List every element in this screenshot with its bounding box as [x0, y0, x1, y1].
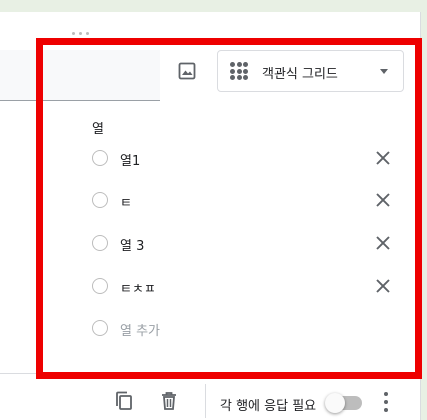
question-title-field[interactable] — [0, 50, 160, 101]
columns-section-label: 열 — [92, 122, 104, 137]
drag-handle-icon[interactable] — [72, 32, 92, 42]
page-background — [0, 0, 427, 12]
copy-icon[interactable] — [115, 391, 133, 411]
more-vert-icon[interactable] — [382, 392, 390, 412]
add-column-button[interactable]: 열 추가 — [120, 320, 160, 339]
question-type-select[interactable]: 객관식 그리드 — [217, 50, 404, 92]
add-image-button[interactable] — [176, 60, 198, 82]
radio-icon — [92, 150, 108, 166]
footer-divider — [0, 373, 404, 374]
radio-icon — [92, 192, 108, 208]
add-column-row: 열 추가 — [92, 317, 402, 341]
column-option-row: 열1 — [92, 147, 402, 171]
column-option-input[interactable]: 열 3 — [120, 235, 144, 254]
toggle-knob — [325, 393, 345, 413]
column-option-row: 열 3 — [92, 232, 402, 256]
trash-icon[interactable] — [160, 391, 178, 411]
question-card: 객관식 그리드 열 열1 ㅌ 열 3 ㅌㅊㅍ 열 추가 각 행에 응답 필요 — [0, 12, 421, 420]
radio-icon — [92, 235, 108, 251]
column-option-row: ㅌ — [92, 189, 402, 213]
grid-dots-icon — [230, 62, 248, 80]
radio-icon — [92, 278, 108, 294]
close-icon[interactable] — [375, 192, 391, 208]
column-option-input[interactable]: 열1 — [120, 150, 140, 169]
column-option-row: ㅌㅊㅍ — [92, 275, 402, 299]
close-icon[interactable] — [375, 235, 391, 251]
required-toggle[interactable] — [325, 393, 362, 413]
required-label: 각 행에 응답 필요 — [220, 399, 317, 414]
column-option-input[interactable]: ㅌㅊㅍ — [120, 278, 156, 297]
chevron-down-icon — [380, 69, 388, 74]
column-option-input[interactable]: ㅌ — [120, 192, 132, 211]
close-icon[interactable] — [375, 278, 391, 294]
image-icon — [178, 62, 196, 80]
footer-separator — [205, 384, 206, 418]
radio-icon — [92, 320, 108, 336]
close-icon[interactable] — [375, 150, 391, 166]
question-type-label: 객관식 그리드 — [262, 67, 338, 82]
